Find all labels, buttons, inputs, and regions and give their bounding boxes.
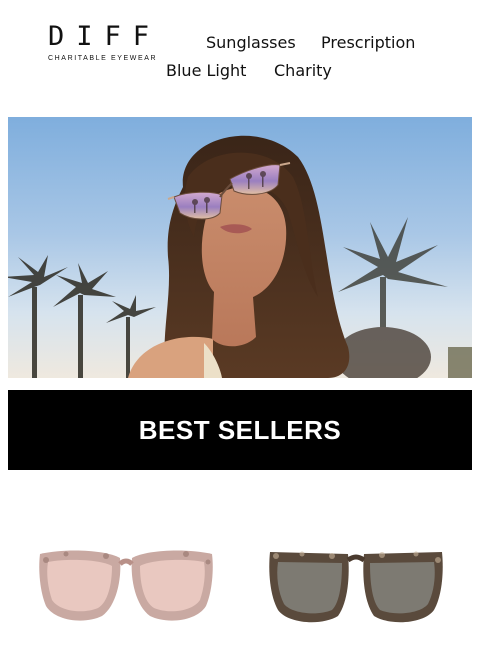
- best-sellers-banner[interactable]: BEST SELLERS: [8, 390, 472, 470]
- section-title: BEST SELLERS: [138, 414, 342, 445]
- nav-link-prescription[interactable]: Prescription: [321, 33, 415, 53]
- brand-logo[interactable]: DIFF CHARITABLE EYEWEAR: [48, 22, 164, 68]
- tortoise-square-sunglasses-icon: [269, 551, 443, 623]
- nav-link-charity[interactable]: Charity: [274, 61, 332, 81]
- nav-link-sunglasses[interactable]: Sunglasses: [206, 33, 296, 53]
- product-card[interactable]: [36, 540, 216, 640]
- woman-wearing-sunglasses-photo-icon: [8, 135, 472, 378]
- nav-link-blue-light[interactable]: Blue Light: [166, 61, 246, 81]
- brand-name: DIFF: [48, 21, 162, 52]
- pink-tortoise-cat-eye-sunglasses-icon: [39, 550, 213, 621]
- hero-image[interactable]: [8, 117, 472, 378]
- header: DIFF CHARITABLE EYEWEAR Sunglasses Presc…: [0, 0, 480, 110]
- brand-tagline: CHARITABLE EYEWEAR: [48, 55, 158, 62]
- product-card[interactable]: [266, 540, 446, 640]
